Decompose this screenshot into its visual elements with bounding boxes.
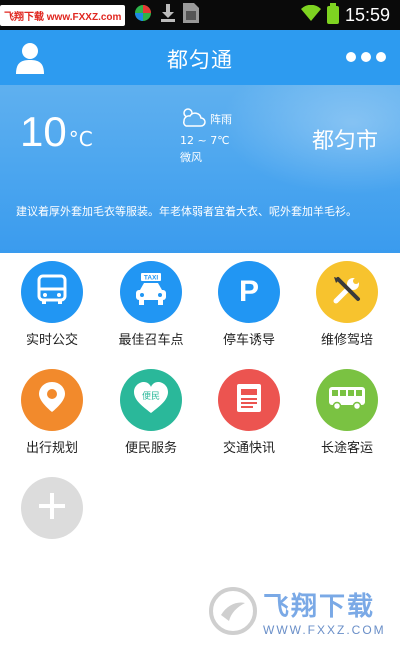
service-trip-planning[interactable]: 出行规划 [2,369,102,456]
app-title: 都匀通 [167,48,233,72]
service-label: 出行规划 [25,441,78,456]
rain-cloud-icon [180,107,206,132]
status-right: 15:59 [300,0,390,30]
add-service-button[interactable] [2,477,102,539]
service-icon-circle [21,477,83,539]
temperature-range: 12 ~ 7℃ [180,134,230,147]
weather-detail: 阵雨 12 ~ 7℃ 微风 [180,107,232,166]
watermark: 飞翔下载 WWW.FXXZ.COM [205,582,395,640]
coach-icon [327,383,367,417]
weather-panel[interactable]: 10 °C 阵雨 12 ~ 7℃ 微风 都匀市 建议着厚外套加毛衣等服装。年老体… [0,85,400,253]
wifi-icon [300,4,321,25]
clothing-advice: 建议着厚外套加毛衣等服装。年老体弱者宜着大衣、呢外套加羊毛衫。 [16,205,357,218]
service-convenience[interactable]: 便民 便民服务 [101,369,201,456]
status-time: 15:59 [344,4,390,25]
status-left: 飞翔下载 www.FXXZ.com [0,3,200,27]
city-name: 都匀市 [311,129,378,154]
svg-text:P: P [239,275,259,307]
service-icon-circle: 便民 [120,369,182,431]
parking-icon: P [232,273,266,311]
service-icon-circle [21,261,83,323]
location-icon [37,380,67,420]
service-icon-circle [316,369,378,431]
service-label: 停车诱导 [222,333,275,348]
service-icon-circle: P [218,261,280,323]
more-icon[interactable] [346,52,386,62]
service-icon-circle [218,369,280,431]
service-label: 便民服务 [124,441,177,456]
watermark-url: WWW.FXXZ.COM [263,622,386,637]
app-bar: 都匀通 [0,30,400,85]
temperature-display: 10 °C [20,111,93,153]
service-traffic-news[interactable]: 交通快讯 [199,369,299,456]
taxi-icon: TAXI [132,272,170,312]
temperature-value: 10 [20,108,67,155]
service-best-taxi-point[interactable]: TAXI 最佳召车点 [101,261,201,348]
service-long-distance-coach[interactable]: 长途客运 [297,369,397,456]
weather-condition-row: 阵雨 [180,107,232,132]
wind-level: 微风 [180,151,202,164]
temperature-unit: °C [68,127,93,151]
watermark-cn: 飞翔下载 [263,591,376,622]
download-icon [161,4,176,26]
service-label: 交通快讯 [222,441,275,456]
weather-condition: 阵雨 [210,113,232,126]
news-icon [233,381,265,419]
sim-icon [183,3,200,27]
service-icon-circle [21,369,83,431]
service-label: 最佳召车点 [118,333,184,348]
svg-text:便民: 便民 [142,390,160,402]
bus-icon [35,273,69,311]
app-icon [133,3,153,27]
service-realtime-bus[interactable]: 实时公交 [2,261,102,348]
service-label: 实时公交 [25,333,78,348]
status-icons-left [133,3,200,27]
heart-icon: 便民 [132,381,170,419]
svg-text:TAXI: TAXI [144,275,159,282]
service-label: 维修驾培 [320,333,373,348]
watermark-text: 飞翔下载 WWW.FXXZ.COM [263,586,386,637]
service-icon-circle: TAXI [120,261,182,323]
service-label: 长途客运 [320,441,373,456]
service-parking-guide[interactable]: P 停车诱导 [199,261,299,348]
battery-icon [326,3,339,24]
add-icon [37,491,67,525]
site-badge: 飞翔下载 www.FXXZ.com [0,4,126,26]
tools-icon [330,273,364,311]
service-icon-circle [316,261,378,323]
status-bar: 飞翔下载 www.FXXZ.com 15:59 [0,0,400,30]
service-repair-training[interactable]: 维修驾培 [297,261,397,348]
watermark-logo-icon [209,587,257,635]
